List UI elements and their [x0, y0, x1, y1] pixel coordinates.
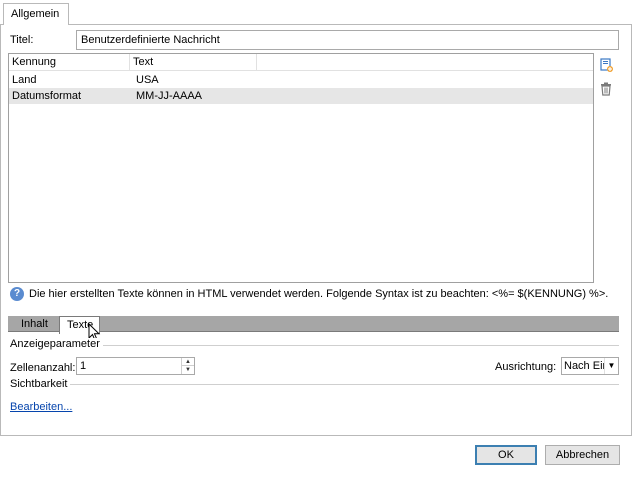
info-text: Die hier erstellten Texte können in HTML…	[29, 288, 609, 300]
add-icon[interactable]	[598, 57, 614, 73]
cell-text: MM-JJ-AAAA	[136, 90, 202, 102]
tab-inhalt[interactable]: Inhalt	[21, 318, 48, 330]
stepper-buttons: ▲ ▼	[181, 358, 194, 374]
edit-link[interactable]: Bearbeiten...	[10, 401, 72, 413]
cell-text: USA	[136, 74, 159, 86]
column-header-text[interactable]: Text	[133, 56, 153, 68]
list-row-land[interactable]: Land USA	[9, 72, 593, 88]
cell-count-value[interactable]: 1	[80, 360, 86, 372]
ok-button[interactable]: OK	[475, 445, 537, 465]
cell-kennung: Datumsformat	[12, 90, 82, 102]
column-header-kennung[interactable]: Kennung	[12, 56, 56, 68]
ok-button-label: OK	[498, 449, 514, 461]
help-icon: ?	[10, 287, 24, 301]
cell-count-stepper[interactable]: 1 ▲ ▼	[76, 357, 195, 375]
column-separator[interactable]	[129, 54, 130, 71]
alignment-label: Ausrichtung:	[495, 361, 557, 373]
group-label-sichtbarkeit: Sichtbarkeit	[10, 378, 71, 390]
stepper-down-icon[interactable]: ▼	[182, 366, 194, 374]
alignment-select[interactable]: Nach Ein ▼	[561, 357, 619, 375]
cell-kennung: Land	[12, 74, 37, 86]
group-label-anzeigeparameter: Anzeigeparameter	[10, 338, 103, 350]
title-input[interactable]	[76, 30, 619, 50]
chevron-down-icon[interactable]: ▼	[604, 358, 618, 374]
trash-icon[interactable]	[598, 81, 614, 97]
cancel-button[interactable]: Abbrechen	[545, 445, 620, 465]
title-label: Titel:	[10, 34, 34, 46]
list-row-datumsformat[interactable]: Datumsformat MM-JJ-AAAA	[9, 88, 593, 104]
text-list[interactable]: Kennung Text Land USA Datumsformat MM-JJ…	[8, 53, 594, 283]
group-divider	[10, 384, 619, 385]
tab-allgemein[interactable]: Allgemein	[3, 3, 69, 25]
stepper-up-icon[interactable]: ▲	[182, 358, 194, 366]
alignment-value: Nach Ein	[564, 360, 609, 372]
tab-allgemein-label: Allgemein	[11, 8, 60, 20]
column-separator[interactable]	[256, 54, 257, 71]
cell-count-label: Zellenanzahl:	[10, 362, 76, 374]
cancel-button-label: Abbrechen	[555, 449, 610, 461]
list-header: Kennung Text	[9, 54, 593, 71]
